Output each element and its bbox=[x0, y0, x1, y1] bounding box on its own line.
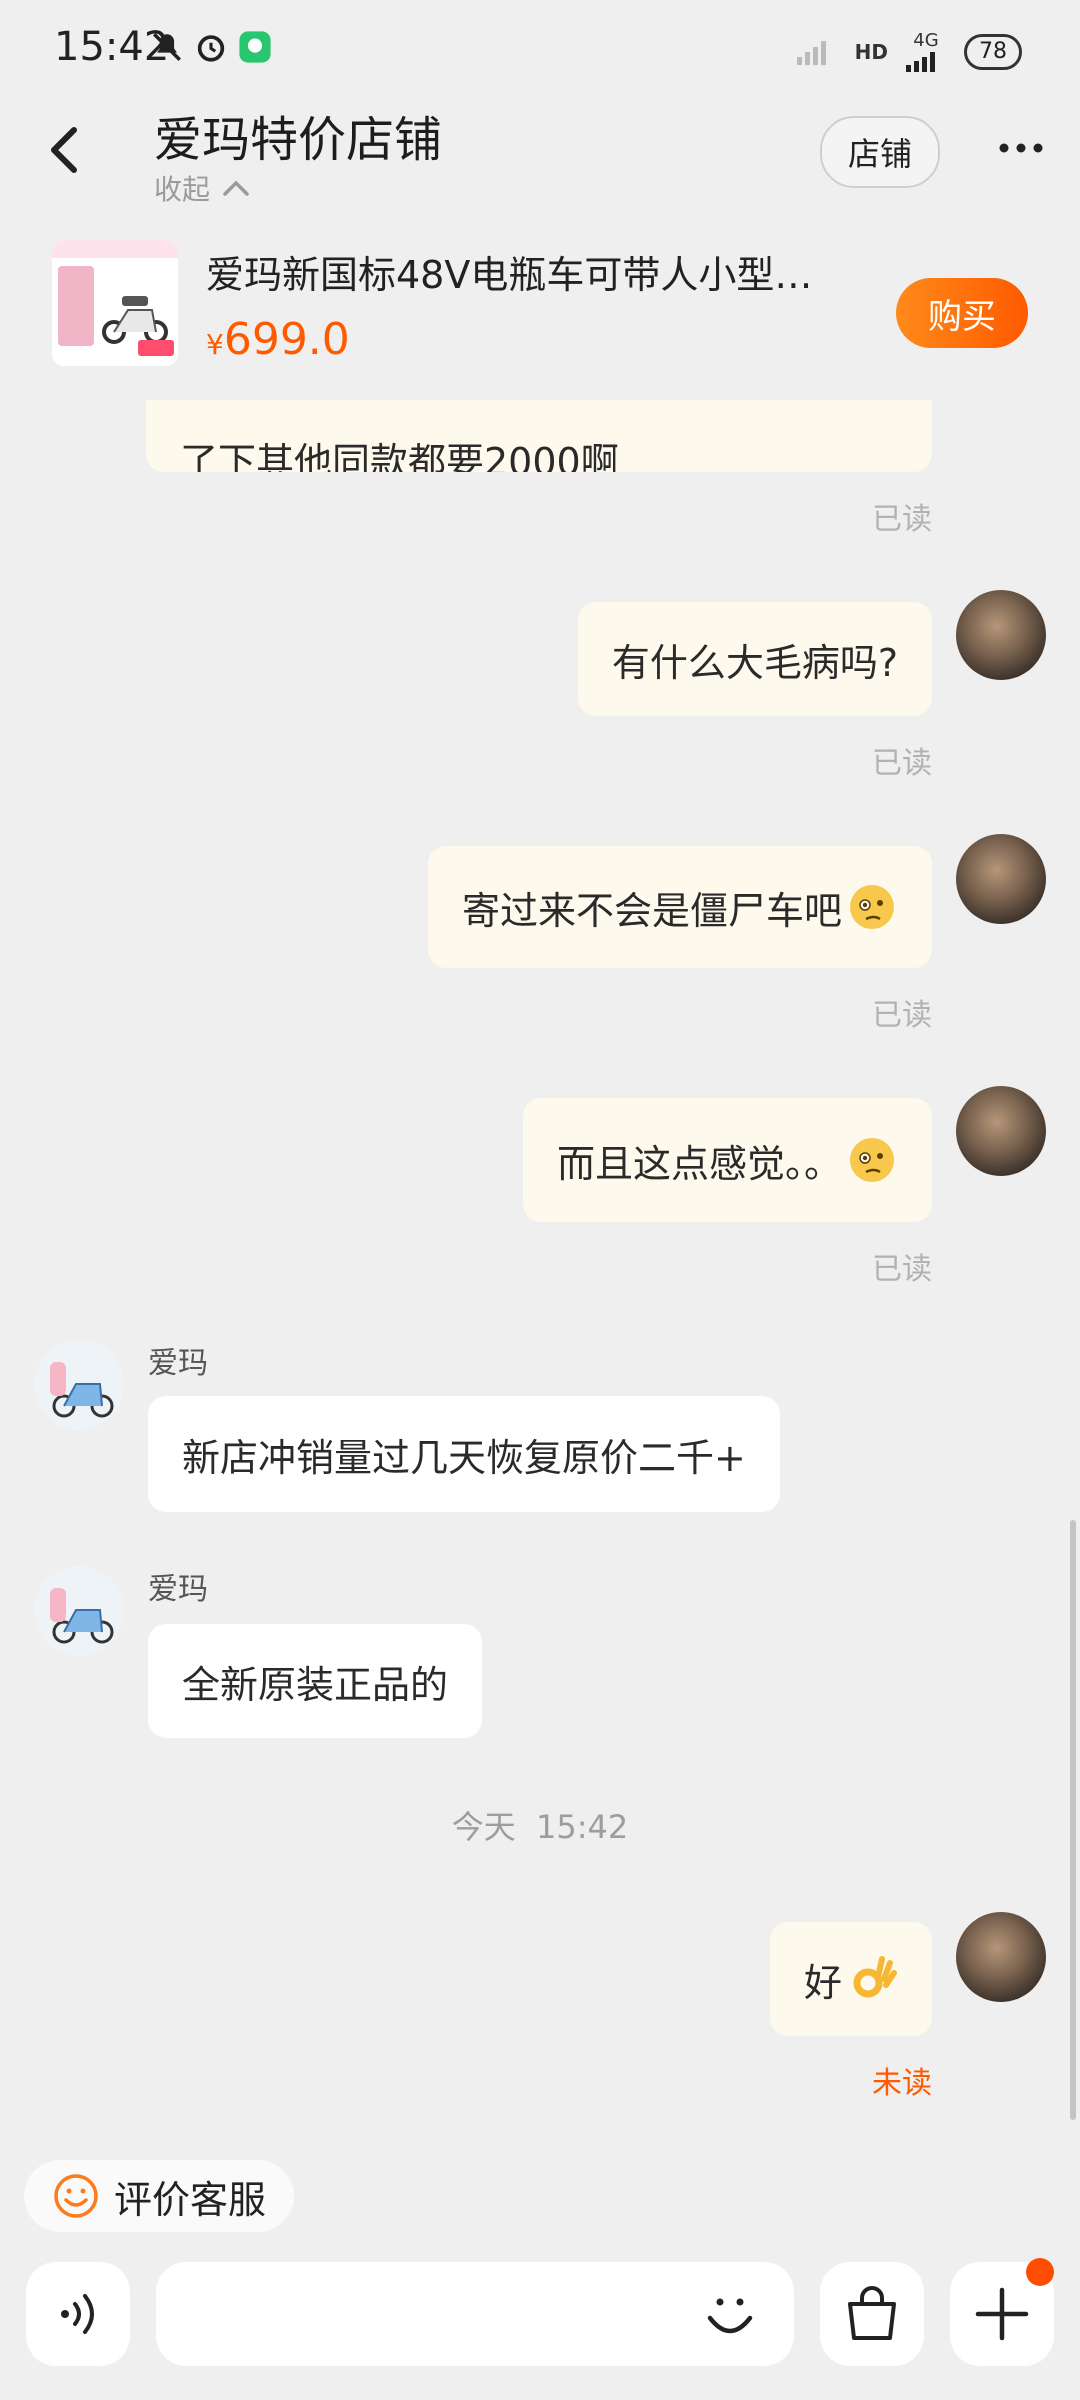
signal-icon bbox=[906, 52, 935, 72]
my-avatar[interactable] bbox=[956, 1086, 1046, 1176]
read-status: 已读 bbox=[872, 998, 932, 1033]
battery-indicator: 78 bbox=[964, 33, 1022, 70]
message-text: 而且这点感觉。。 bbox=[556, 1141, 842, 1186]
message-bubble: 有什么大毛病吗? bbox=[577, 602, 932, 716]
smile-icon bbox=[54, 2174, 98, 2218]
ok-hand-emoji-icon bbox=[853, 1956, 897, 1998]
shop-message-bubble: 全新原装正品的 bbox=[148, 1624, 483, 1738]
chevron-up-icon bbox=[223, 180, 249, 196]
message-input[interactable] bbox=[156, 2262, 794, 2366]
plus-icon bbox=[975, 2287, 1029, 2341]
read-status: 已读 bbox=[872, 502, 932, 537]
shop-avatar[interactable] bbox=[34, 1566, 124, 1656]
message-text: 好 bbox=[803, 1960, 842, 2005]
my-avatar[interactable] bbox=[956, 1912, 1046, 2002]
chat-timestamp: 今天 15:42 bbox=[451, 1808, 629, 1846]
more-icon[interactable] bbox=[996, 128, 1046, 168]
emoji-picker-icon[interactable] bbox=[700, 2284, 760, 2344]
message-bubble-partial: 了下其他同款都要2000啊 bbox=[146, 400, 932, 472]
scooter-avatar-image bbox=[34, 1340, 124, 1430]
product-price: ¥699.0 bbox=[206, 314, 350, 365]
shop-button[interactable]: 店铺 bbox=[820, 116, 940, 188]
message-text: 有什么大毛病吗? bbox=[611, 640, 898, 685]
product-image bbox=[52, 240, 178, 366]
shopping-bag-icon bbox=[848, 2286, 896, 2340]
message-text: 新店冲销量过几天恢复原价二千+ bbox=[182, 1435, 746, 1480]
shop-title: 爱玛特价店铺 bbox=[154, 112, 443, 168]
price-value: 699.0 bbox=[223, 314, 350, 365]
hd-label: HD bbox=[854, 39, 888, 64]
product-picker-button[interactable] bbox=[820, 2262, 924, 2366]
unread-status: 未读 bbox=[872, 2066, 932, 2101]
voice-icon bbox=[61, 2294, 94, 2334]
message-text: 全新原装正品的 bbox=[182, 1662, 449, 1707]
message-text: 了下其他同款都要2000啊 bbox=[180, 440, 619, 472]
status-right-icons: HD 4G 78 bbox=[795, 30, 1022, 73]
buy-button[interactable]: 购买 bbox=[896, 278, 1028, 348]
my-avatar[interactable] bbox=[956, 590, 1046, 680]
back-icon[interactable] bbox=[40, 120, 90, 180]
message-text: 寄过来不会是僵尸车吧 bbox=[461, 888, 842, 933]
network-indicator: 4G bbox=[904, 30, 948, 73]
read-status: 已读 bbox=[872, 1252, 932, 1287]
mute-icon bbox=[152, 32, 182, 62]
notification-dot bbox=[1026, 2258, 1054, 2286]
shop-avatar[interactable] bbox=[34, 1340, 124, 1430]
status-left-icons bbox=[150, 30, 272, 64]
rate-service-button[interactable]: 评价客服 bbox=[24, 2160, 294, 2232]
message-bubble: 好 bbox=[769, 1922, 932, 2036]
sender-name: 爱玛 bbox=[148, 1346, 208, 1381]
sender-name: 爱玛 bbox=[148, 1572, 208, 1607]
message-bubble: 寄过来不会是僵尸车吧 bbox=[427, 846, 932, 968]
collapse-label: 收起 bbox=[154, 173, 211, 206]
thinking-emoji-icon bbox=[850, 1138, 894, 1182]
scooter-avatar-image bbox=[34, 1566, 124, 1656]
price-currency: ¥ bbox=[206, 328, 224, 361]
battery-level: 78 bbox=[979, 38, 1007, 64]
message-bubble: 而且这点感觉。。 bbox=[522, 1098, 932, 1222]
product-thumbnail[interactable] bbox=[52, 240, 178, 366]
thinking-emoji-icon bbox=[850, 885, 894, 929]
rate-service-label: 评价客服 bbox=[114, 2177, 267, 2222]
chat-scrollbar[interactable] bbox=[1070, 1520, 1076, 2120]
shop-message-bubble: 新店冲销量过几天恢复原价二千+ bbox=[148, 1396, 780, 1512]
network-label: 4G bbox=[913, 30, 939, 51]
app-notification-icon bbox=[239, 31, 271, 63]
voice-button[interactable] bbox=[26, 2262, 130, 2366]
read-status: 已读 bbox=[872, 746, 932, 781]
product-name[interactable]: 爱玛新国标48V电瓶车可带人小型… bbox=[206, 244, 846, 299]
alarm-icon bbox=[197, 35, 225, 62]
collapse-toggle[interactable]: 收起 bbox=[154, 168, 250, 208]
signal-weak-icon bbox=[796, 40, 826, 65]
my-avatar[interactable] bbox=[956, 834, 1046, 924]
